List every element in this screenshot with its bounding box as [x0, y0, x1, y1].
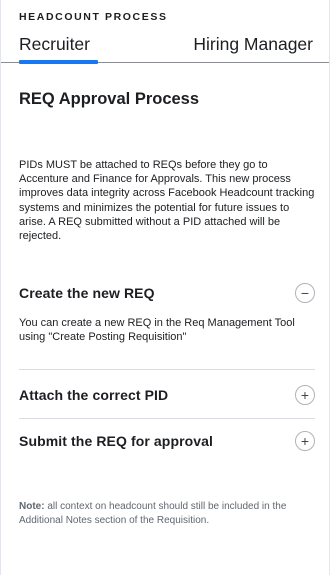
active-tab-indicator [19, 60, 98, 64]
divider [19, 418, 315, 419]
plus-icon[interactable]: + [295, 431, 315, 451]
note-body: all context on headcount should still be… [19, 501, 287, 527]
headcount-panel: HEADCOUNT PROCESS Recruiter Hiring Manag… [0, 0, 330, 575]
page-title: REQ Approval Process [19, 90, 200, 108]
tab-recruiter[interactable]: Recruiter [19, 34, 90, 55]
minus-icon[interactable]: − [295, 283, 315, 303]
note-label: Note: [19, 501, 45, 512]
note-text: Note: all context on headcount should st… [19, 500, 315, 528]
accordion-title[interactable]: Create the new REQ [19, 285, 315, 301]
accordion-item-submit-req: Submit the REQ for approval + [19, 431, 315, 451]
section-label: HEADCOUNT PROCESS [19, 11, 168, 23]
tab-recruiter-label: Recruiter [19, 34, 90, 54]
accordion-body: You can create a new REQ in the Req Mana… [19, 317, 295, 344]
accordion-item-create-req: Create the new REQ − You can create a ne… [19, 283, 315, 344]
tab-hiring-manager[interactable]: Hiring Manager [193, 34, 313, 55]
divider [19, 369, 315, 370]
accordion-item-attach-pid: Attach the correct PID + [19, 385, 315, 405]
accordion-title[interactable]: Submit the REQ for approval [19, 433, 315, 449]
plus-icon[interactable]: + [295, 385, 315, 405]
tab-bar: Recruiter Hiring Manager [1, 32, 329, 64]
intro-text: PIDs MUST be attached to REQs before the… [19, 159, 315, 243]
tab-hiring-manager-label: Hiring Manager [193, 34, 313, 54]
accordion-title[interactable]: Attach the correct PID [19, 387, 315, 403]
